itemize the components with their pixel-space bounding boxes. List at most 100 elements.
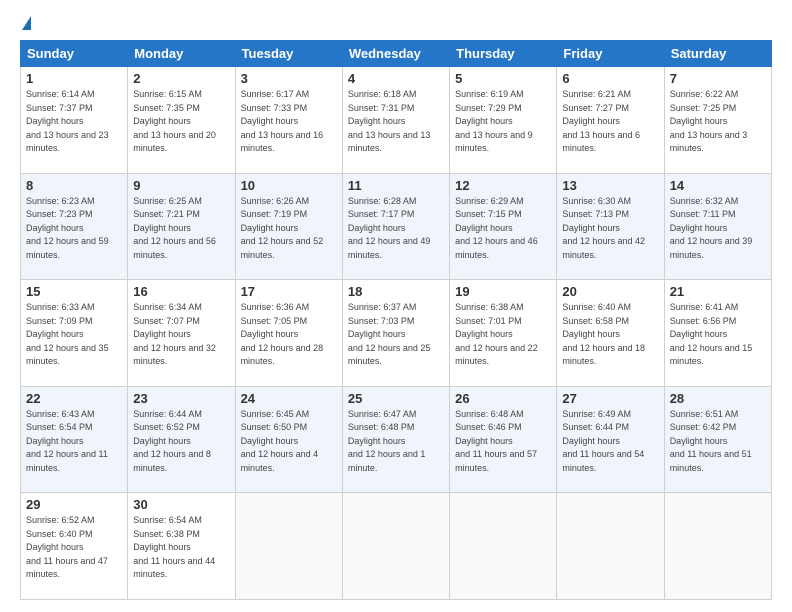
day-detail: Sunrise: 6:30 AMSunset: 7:13 PMDaylight …: [562, 196, 645, 260]
day-number: 11: [348, 178, 444, 193]
day-number: 22: [26, 391, 122, 406]
day-detail: Sunrise: 6:32 AMSunset: 7:11 PMDaylight …: [670, 196, 753, 260]
calendar-cell: 2 Sunrise: 6:15 AMSunset: 7:35 PMDayligh…: [128, 67, 235, 174]
day-number: 7: [670, 71, 766, 86]
day-number: 3: [241, 71, 337, 86]
calendar-cell: 5 Sunrise: 6:19 AMSunset: 7:29 PMDayligh…: [450, 67, 557, 174]
day-detail: Sunrise: 6:14 AMSunset: 7:37 PMDaylight …: [26, 89, 109, 153]
weekday-header: Tuesday: [235, 41, 342, 67]
day-detail: Sunrise: 6:47 AMSunset: 6:48 PMDaylight …: [348, 409, 426, 473]
page: SundayMondayTuesdayWednesdayThursdayFrid…: [0, 0, 792, 612]
day-detail: Sunrise: 6:41 AMSunset: 6:56 PMDaylight …: [670, 302, 753, 366]
day-number: 14: [670, 178, 766, 193]
day-detail: Sunrise: 6:23 AMSunset: 7:23 PMDaylight …: [26, 196, 109, 260]
day-number: 20: [562, 284, 658, 299]
day-number: 12: [455, 178, 551, 193]
day-number: 21: [670, 284, 766, 299]
day-number: 24: [241, 391, 337, 406]
calendar-cell: [342, 493, 449, 600]
day-detail: Sunrise: 6:19 AMSunset: 7:29 PMDaylight …: [455, 89, 533, 153]
day-number: 30: [133, 497, 229, 512]
calendar-cell: 3 Sunrise: 6:17 AMSunset: 7:33 PMDayligh…: [235, 67, 342, 174]
day-detail: Sunrise: 6:15 AMSunset: 7:35 PMDaylight …: [133, 89, 216, 153]
day-number: 13: [562, 178, 658, 193]
calendar-cell: 7 Sunrise: 6:22 AMSunset: 7:25 PMDayligh…: [664, 67, 771, 174]
day-number: 4: [348, 71, 444, 86]
calendar-cell: 1 Sunrise: 6:14 AMSunset: 7:37 PMDayligh…: [21, 67, 128, 174]
day-detail: Sunrise: 6:51 AMSunset: 6:42 PMDaylight …: [670, 409, 752, 473]
day-detail: Sunrise: 6:36 AMSunset: 7:05 PMDaylight …: [241, 302, 324, 366]
weekday-header: Saturday: [664, 41, 771, 67]
calendar-cell: 16 Sunrise: 6:34 AMSunset: 7:07 PMDaylig…: [128, 280, 235, 387]
calendar-cell: [557, 493, 664, 600]
calendar-cell: 14 Sunrise: 6:32 AMSunset: 7:11 PMDaylig…: [664, 173, 771, 280]
calendar-cell: 19 Sunrise: 6:38 AMSunset: 7:01 PMDaylig…: [450, 280, 557, 387]
day-detail: Sunrise: 6:49 AMSunset: 6:44 PMDaylight …: [562, 409, 644, 473]
day-detail: Sunrise: 6:21 AMSunset: 7:27 PMDaylight …: [562, 89, 640, 153]
day-number: 1: [26, 71, 122, 86]
day-number: 23: [133, 391, 229, 406]
calendar-cell: 4 Sunrise: 6:18 AMSunset: 7:31 PMDayligh…: [342, 67, 449, 174]
calendar-cell: 29 Sunrise: 6:52 AMSunset: 6:40 PMDaylig…: [21, 493, 128, 600]
day-detail: Sunrise: 6:28 AMSunset: 7:17 PMDaylight …: [348, 196, 431, 260]
day-number: 9: [133, 178, 229, 193]
calendar-cell: [235, 493, 342, 600]
weekday-header: Wednesday: [342, 41, 449, 67]
day-detail: Sunrise: 6:29 AMSunset: 7:15 PMDaylight …: [455, 196, 538, 260]
calendar-cell: 11 Sunrise: 6:28 AMSunset: 7:17 PMDaylig…: [342, 173, 449, 280]
day-detail: Sunrise: 6:40 AMSunset: 6:58 PMDaylight …: [562, 302, 645, 366]
calendar-cell: 24 Sunrise: 6:45 AMSunset: 6:50 PMDaylig…: [235, 386, 342, 493]
day-number: 5: [455, 71, 551, 86]
calendar-cell: 27 Sunrise: 6:49 AMSunset: 6:44 PMDaylig…: [557, 386, 664, 493]
calendar-cell: 18 Sunrise: 6:37 AMSunset: 7:03 PMDaylig…: [342, 280, 449, 387]
calendar-cell: 8 Sunrise: 6:23 AMSunset: 7:23 PMDayligh…: [21, 173, 128, 280]
calendar-cell: 23 Sunrise: 6:44 AMSunset: 6:52 PMDaylig…: [128, 386, 235, 493]
calendar-cell: [450, 493, 557, 600]
calendar-cell: 30 Sunrise: 6:54 AMSunset: 6:38 PMDaylig…: [128, 493, 235, 600]
day-detail: Sunrise: 6:43 AMSunset: 6:54 PMDaylight …: [26, 409, 108, 473]
weekday-header: Friday: [557, 41, 664, 67]
day-detail: Sunrise: 6:34 AMSunset: 7:07 PMDaylight …: [133, 302, 216, 366]
day-detail: Sunrise: 6:52 AMSunset: 6:40 PMDaylight …: [26, 515, 108, 579]
day-number: 25: [348, 391, 444, 406]
calendar-cell: 20 Sunrise: 6:40 AMSunset: 6:58 PMDaylig…: [557, 280, 664, 387]
day-number: 2: [133, 71, 229, 86]
day-detail: Sunrise: 6:54 AMSunset: 6:38 PMDaylight …: [133, 515, 215, 579]
day-detail: Sunrise: 6:26 AMSunset: 7:19 PMDaylight …: [241, 196, 324, 260]
day-number: 16: [133, 284, 229, 299]
logo-icon: [22, 16, 31, 30]
calendar-cell: 9 Sunrise: 6:25 AMSunset: 7:21 PMDayligh…: [128, 173, 235, 280]
day-detail: Sunrise: 6:48 AMSunset: 6:46 PMDaylight …: [455, 409, 537, 473]
day-number: 17: [241, 284, 337, 299]
day-detail: Sunrise: 6:25 AMSunset: 7:21 PMDaylight …: [133, 196, 216, 260]
day-number: 6: [562, 71, 658, 86]
calendar-cell: 17 Sunrise: 6:36 AMSunset: 7:05 PMDaylig…: [235, 280, 342, 387]
day-detail: Sunrise: 6:44 AMSunset: 6:52 PMDaylight …: [133, 409, 211, 473]
calendar-cell: 21 Sunrise: 6:41 AMSunset: 6:56 PMDaylig…: [664, 280, 771, 387]
calendar-table: SundayMondayTuesdayWednesdayThursdayFrid…: [20, 40, 772, 600]
weekday-header: Monday: [128, 41, 235, 67]
weekday-header: Sunday: [21, 41, 128, 67]
day-number: 28: [670, 391, 766, 406]
day-detail: Sunrise: 6:33 AMSunset: 7:09 PMDaylight …: [26, 302, 109, 366]
day-number: 8: [26, 178, 122, 193]
header: [20, 18, 772, 30]
day-number: 19: [455, 284, 551, 299]
calendar-cell: 10 Sunrise: 6:26 AMSunset: 7:19 PMDaylig…: [235, 173, 342, 280]
logo-area: [20, 18, 31, 30]
day-detail: Sunrise: 6:17 AMSunset: 7:33 PMDaylight …: [241, 89, 324, 153]
calendar-cell: 15 Sunrise: 6:33 AMSunset: 7:09 PMDaylig…: [21, 280, 128, 387]
day-detail: Sunrise: 6:45 AMSunset: 6:50 PMDaylight …: [241, 409, 319, 473]
calendar-cell: 25 Sunrise: 6:47 AMSunset: 6:48 PMDaylig…: [342, 386, 449, 493]
calendar-cell: 28 Sunrise: 6:51 AMSunset: 6:42 PMDaylig…: [664, 386, 771, 493]
day-number: 18: [348, 284, 444, 299]
calendar-cell: 22 Sunrise: 6:43 AMSunset: 6:54 PMDaylig…: [21, 386, 128, 493]
calendar-cell: [664, 493, 771, 600]
day-number: 15: [26, 284, 122, 299]
calendar-cell: 26 Sunrise: 6:48 AMSunset: 6:46 PMDaylig…: [450, 386, 557, 493]
calendar-cell: 12 Sunrise: 6:29 AMSunset: 7:15 PMDaylig…: [450, 173, 557, 280]
day-number: 27: [562, 391, 658, 406]
day-number: 26: [455, 391, 551, 406]
day-number: 29: [26, 497, 122, 512]
day-detail: Sunrise: 6:37 AMSunset: 7:03 PMDaylight …: [348, 302, 431, 366]
